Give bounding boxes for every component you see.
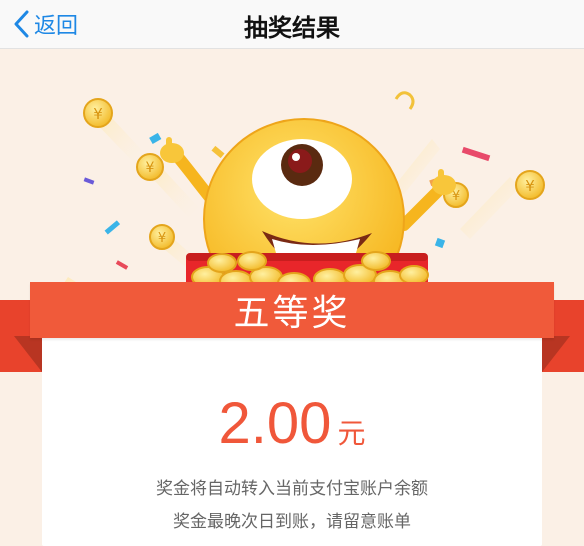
arrival-note: 奖金最晚次日到账，请留意账单 bbox=[173, 512, 411, 532]
svg-text:¥: ¥ bbox=[146, 160, 155, 176]
prize-amount-row: 2.00 元 bbox=[42, 390, 542, 457]
svg-text:¥: ¥ bbox=[93, 105, 103, 123]
page-title: 抽奖结果 bbox=[244, 14, 340, 42]
svg-text:¥: ¥ bbox=[525, 177, 535, 195]
prize-ribbon: 五等奖 bbox=[30, 282, 554, 338]
ribbon-fold-right bbox=[542, 336, 570, 372]
navigation-bar: 返回 抽奖结果 bbox=[0, 0, 584, 49]
prize-unit: 元 bbox=[337, 417, 366, 450]
prize-amount: 2.00 bbox=[218, 391, 332, 456]
transfer-note: 奖金将自动转入当前支付宝账户余额 bbox=[156, 479, 428, 499]
svg-text:¥: ¥ bbox=[158, 231, 166, 246]
prize-name: 五等奖 bbox=[233, 293, 351, 334]
ribbon-fold-left bbox=[14, 336, 42, 372]
